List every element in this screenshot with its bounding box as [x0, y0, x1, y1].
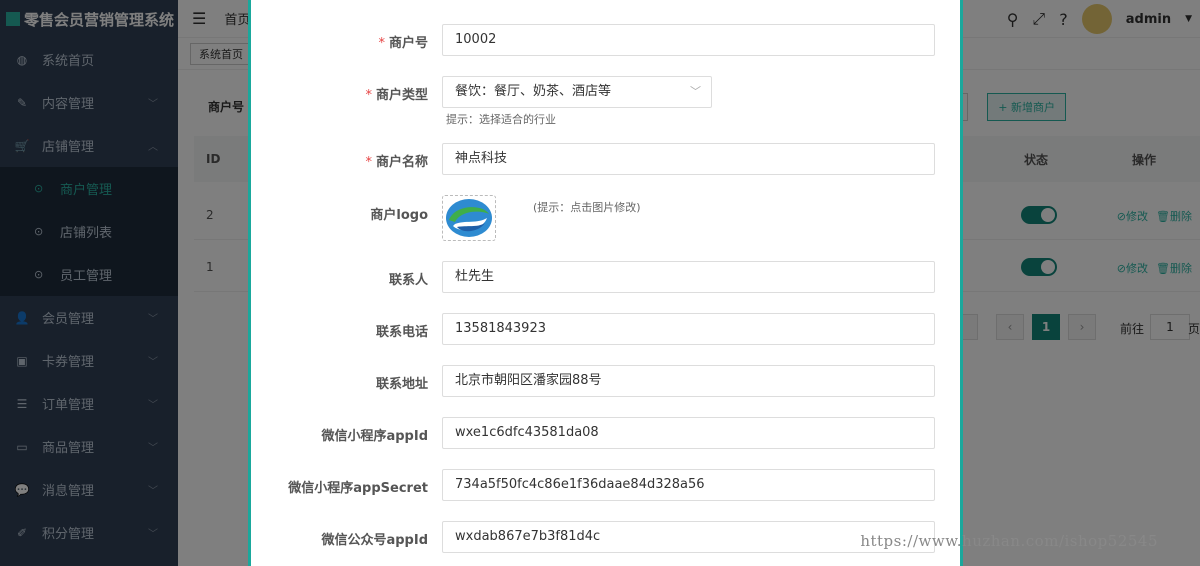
mp-appid-label: 微信公众号appId: [321, 533, 428, 548]
address-label: 联系地址: [375, 377, 428, 392]
mini-secret-input[interactable]: 734a5f50fc4c86e1f36daae84d328a56: [442, 469, 935, 501]
label-text: 商户类型: [375, 88, 428, 103]
watermark: https://www.huzhan.com/ishop52545: [860, 532, 1158, 550]
merchant-logo-upload[interactable]: [442, 195, 496, 241]
required-mark: *: [365, 155, 372, 170]
contact-label: 联系人: [388, 273, 428, 288]
merchant-logo-hint: (提示：点击图片修改): [533, 201, 641, 214]
mini-appid-input[interactable]: wxe1c6dfc43581da08: [442, 417, 935, 449]
merchant-no-label: * 商户号: [378, 32, 428, 51]
merchant-name-input[interactable]: 神点科技: [442, 143, 935, 175]
merchant-type-hint: 提示：选择适合的行业: [446, 113, 556, 126]
merchant-name-label: * 商户名称: [365, 151, 428, 170]
merchant-type-select[interactable]: 餐饮：餐厅、奶茶、酒店等 ﹀: [442, 76, 712, 108]
chevron-down-icon: ﹀: [690, 85, 701, 98]
required-mark: *: [365, 88, 372, 103]
label-text: 商户名称: [375, 155, 428, 170]
label-text: 商户号: [388, 36, 428, 51]
required-mark: *: [378, 36, 385, 51]
merchant-type-label: * 商户类型: [365, 84, 428, 103]
merchant-no-input[interactable]: 10002: [442, 24, 935, 56]
edit-merchant-dialog: * 商户号 10002 * 商户类型 餐饮：餐厅、奶茶、酒店等 ﹀ 提示：选择适合的…: [248, 0, 963, 566]
contact-input[interactable]: 杜先生: [442, 261, 935, 293]
merchant-logo-image: [446, 199, 492, 237]
phone-input[interactable]: 13581843923: [442, 313, 935, 345]
phone-label: 联系电话: [375, 325, 428, 340]
merchant-logo-label: 商户logo: [370, 208, 428, 223]
mini-appid-label: 微信小程序appId: [321, 429, 428, 444]
mini-secret-label: 微信小程序appSecret: [288, 481, 428, 496]
selected-value: 餐饮：餐厅、奶茶、酒店等: [455, 84, 612, 99]
address-input[interactable]: 北京市朝阳区潘家园88号: [442, 365, 935, 397]
